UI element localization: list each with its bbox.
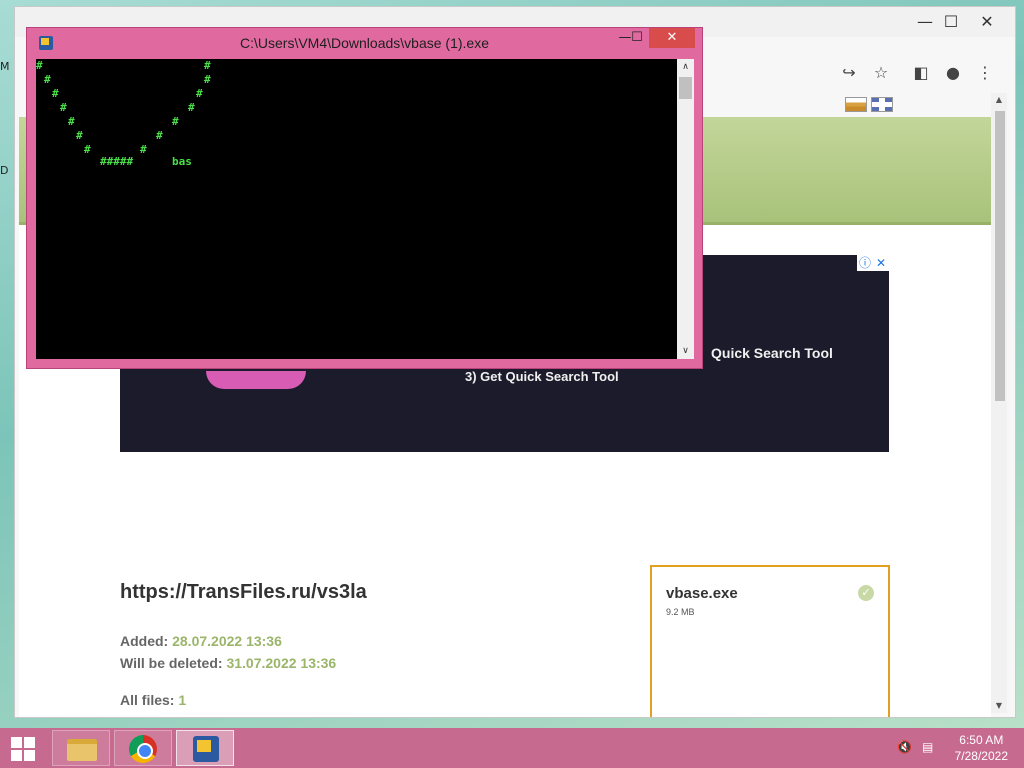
console-hash-mark: ##### bbox=[100, 155, 134, 168]
console-scroll-thumb[interactable] bbox=[679, 77, 692, 99]
taskbar-file-explorer[interactable] bbox=[52, 730, 110, 766]
console-hash-mark: # bbox=[36, 59, 43, 72]
page-scrollbar[interactable]: ▲ ▼ bbox=[991, 93, 1007, 713]
ad-controls: ⓘ ✕ bbox=[857, 255, 889, 271]
taskbar-console-app[interactable] bbox=[176, 730, 234, 766]
desktop-icon-label[interactable]: D bbox=[0, 164, 8, 177]
console-title: C:\Users\VM4\Downloads\vbase (1).exe bbox=[240, 35, 489, 51]
file-name[interactable]: vbase.exe bbox=[666, 585, 738, 602]
ad-headline[interactable]: Quick Search Tool bbox=[711, 345, 833, 361]
windows-logo-icon bbox=[11, 737, 22, 748]
profile-icon[interactable]: ● bbox=[939, 61, 967, 85]
windows-logo-pane bbox=[24, 737, 35, 748]
browser-close-button[interactable]: ✕ bbox=[969, 9, 1005, 35]
deleted-value: 31.07.2022 13:36 bbox=[226, 655, 337, 671]
ad-graphic bbox=[206, 371, 306, 389]
added-row: Added: 28.07.2022 13:36 bbox=[120, 633, 282, 649]
uk-flag-icon[interactable] bbox=[871, 97, 893, 112]
console-hash-mark: # bbox=[52, 87, 59, 100]
taskbar-chrome[interactable] bbox=[114, 730, 172, 766]
windows-logo-pane bbox=[11, 750, 22, 761]
clock-date: 7/28/2022 bbox=[954, 749, 1008, 763]
file-size: 9.2 MB bbox=[666, 607, 695, 617]
console-close-button[interactable]: ✕ bbox=[649, 28, 695, 48]
folder-icon bbox=[67, 739, 97, 761]
scroll-down-icon[interactable]: ▼ bbox=[991, 699, 1007, 713]
console-titlebar[interactable]: C:\Users\VM4\Downloads\vbase (1).exe — ☐… bbox=[27, 28, 702, 58]
console-hash-mark: # bbox=[60, 101, 67, 114]
console-hash-mark: # bbox=[68, 115, 75, 128]
all-files-value: 1 bbox=[178, 692, 187, 708]
scroll-thumb[interactable] bbox=[995, 111, 1005, 401]
console-hash-mark: # bbox=[140, 143, 147, 156]
console-screen[interactable]: # # # # # # # ##### # # # # # # # bas bbox=[36, 59, 677, 359]
console-hash-mark: # bbox=[76, 129, 83, 142]
console-hash-mark: # bbox=[188, 101, 195, 114]
start-button[interactable] bbox=[0, 728, 48, 768]
ad-info-icon[interactable]: ⓘ bbox=[857, 255, 873, 271]
console-scrollbar[interactable]: ∧ ∨ bbox=[677, 59, 694, 359]
share-link[interactable]: https://TransFiles.ru/vs3la bbox=[120, 581, 367, 604]
windows-logo-pane bbox=[24, 750, 35, 761]
console-hash-mark: # bbox=[84, 143, 91, 156]
console-hash-mark: # bbox=[204, 73, 211, 86]
console-text: bas bbox=[172, 155, 192, 168]
console-hash-mark: # bbox=[44, 73, 51, 86]
side-panel-icon[interactable]: ◧ bbox=[907, 61, 935, 85]
console-hash-mark: # bbox=[204, 59, 211, 72]
ru-flag-icon[interactable] bbox=[845, 97, 867, 112]
deleted-label: Will be deleted: bbox=[120, 655, 223, 671]
console-scroll-down-icon[interactable]: ∨ bbox=[677, 343, 694, 359]
console-hash-mark: # bbox=[172, 115, 179, 128]
added-label: Added: bbox=[120, 633, 169, 649]
console-scroll-up-icon[interactable]: ∧ bbox=[677, 59, 694, 75]
network-icon[interactable]: ▤ bbox=[922, 740, 933, 768]
taskbar: 🔇 ▤ 6:50 AM 7/28/2022 bbox=[0, 728, 1024, 768]
console-output: # # # # # # # ##### # # # # # # # bas bbox=[36, 59, 677, 359]
deleted-row: Will be deleted: 31.07.2022 13:36 bbox=[120, 655, 336, 671]
ad-close-icon[interactable]: ✕ bbox=[873, 255, 889, 271]
all-files-row: All files: 1 bbox=[120, 692, 186, 708]
volume-muted-icon[interactable]: 🔇 bbox=[897, 740, 912, 768]
browser-maximize-button[interactable]: ☐ bbox=[933, 9, 969, 35]
star-icon[interactable]: ☆ bbox=[867, 61, 895, 85]
menu-icon[interactable]: ⋮ bbox=[971, 61, 999, 85]
console-window: C:\Users\VM4\Downloads\vbase (1).exe — ☐… bbox=[26, 27, 703, 369]
ad-step-text: 3) Get Quick Search Tool bbox=[465, 369, 619, 384]
desktop-icon-label[interactable]: M bbox=[0, 60, 10, 73]
console-hash-mark: # bbox=[156, 129, 163, 142]
console-maximize-button[interactable]: ☐ bbox=[623, 28, 651, 48]
check-icon[interactable]: ✓ bbox=[858, 585, 874, 601]
share-icon[interactable]: ↪ bbox=[835, 61, 863, 85]
clock[interactable]: 6:50 AM 7/28/2022 bbox=[955, 732, 1008, 764]
console-hash-mark: # bbox=[196, 87, 203, 100]
added-value: 28.07.2022 13:36 bbox=[172, 633, 282, 649]
all-files-label: All files: bbox=[120, 692, 175, 708]
clock-time: 6:50 AM bbox=[959, 733, 1004, 747]
file-card[interactable]: vbase.exe 9.2 MB ✓ bbox=[650, 565, 890, 717]
scroll-up-icon[interactable]: ▲ bbox=[991, 93, 1007, 107]
chrome-icon bbox=[129, 735, 157, 763]
console-app-icon bbox=[193, 736, 219, 762]
